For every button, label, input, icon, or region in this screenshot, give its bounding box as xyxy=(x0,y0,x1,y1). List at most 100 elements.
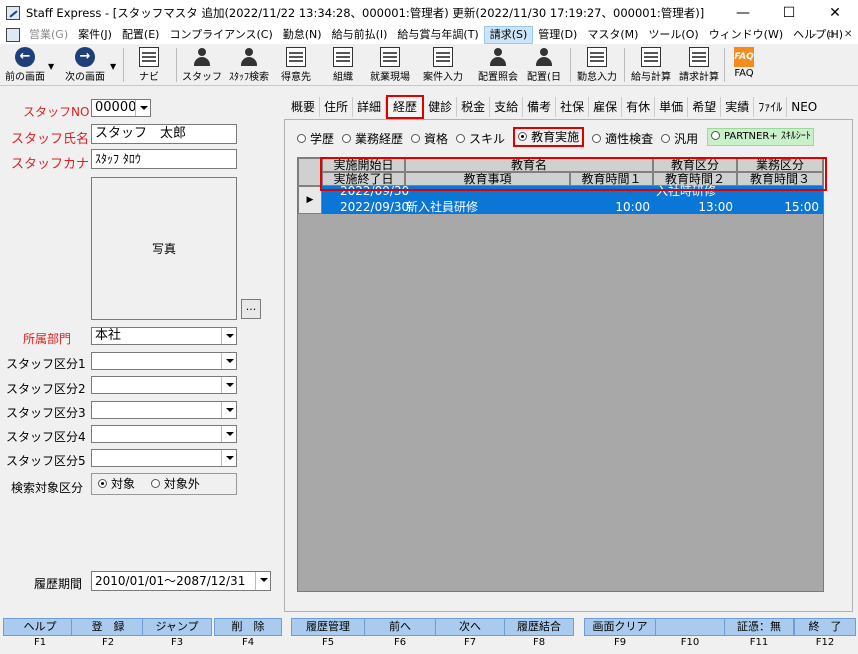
mdi-restore-button[interactable]: ▫ xyxy=(828,26,835,44)
radio-skill[interactable]: スキル xyxy=(456,130,505,146)
f9-clear-button[interactable]: 画面クリア xyxy=(584,618,656,636)
radio-aptitude[interactable]: 適性検査 xyxy=(592,130,653,146)
tab-neo[interactable]: NEO xyxy=(787,97,821,117)
menu-admin[interactable]: 管理(D) xyxy=(533,26,582,44)
tab-results[interactable]: 実績 xyxy=(721,97,755,117)
payroll-calc-button[interactable]: 給与計算 xyxy=(628,46,674,84)
tab-payment[interactable]: 支給 xyxy=(490,97,524,117)
partner-skill-sheet-radio[interactable]: PARTNER+ ｽｷﾙｼｰﾄ xyxy=(707,128,814,146)
client-button[interactable]: 得意先 xyxy=(276,46,316,84)
search-target-off-radio[interactable]: 対象外 xyxy=(150,477,200,491)
prev-screen-button[interactable]: ← 前の画面 xyxy=(2,46,48,84)
menu-job[interactable]: 案件(J) xyxy=(73,26,117,44)
cell-edu-time2[interactable]: 13:00 xyxy=(653,200,733,214)
attendance-entry-button[interactable]: 勤怠入力 xyxy=(574,46,620,84)
close-button[interactable]: ✕ xyxy=(812,0,858,26)
tab-history[interactable]: 経歴 xyxy=(386,95,425,119)
org-button[interactable]: 組織 xyxy=(322,46,364,84)
staff-kana-field[interactable]: ｽﾀｯﾌ ﾀﾛｳ xyxy=(91,149,237,169)
chevron-down-icon[interactable] xyxy=(221,450,236,466)
menu-attendance[interactable]: 勤怠(N) xyxy=(278,26,327,44)
dept-combo[interactable]: 本社 xyxy=(91,327,237,345)
chevron-down-icon[interactable] xyxy=(221,377,236,393)
worksite-button[interactable]: 就業現場 xyxy=(366,46,414,84)
menu-assign[interactable]: 配置(E) xyxy=(117,26,165,44)
f3-jump-button[interactable]: ジャンプ xyxy=(142,618,212,636)
staff-search-button[interactable]: ｽﾀｯﾌ検索 xyxy=(226,46,272,84)
staff-name-field[interactable]: スタッフ 太郎 xyxy=(91,124,237,144)
f8-merge-button[interactable]: 履歴結合 xyxy=(504,618,574,636)
f5-history-button[interactable]: 履歴管理 xyxy=(291,618,365,636)
chevron-down-icon[interactable] xyxy=(221,328,236,344)
staff-kubun3-combo[interactable] xyxy=(91,401,237,419)
f7-next-button[interactable]: 次へ xyxy=(435,618,505,636)
menu-sales[interactable]: 営業(G) xyxy=(24,26,73,44)
f2-register-button[interactable]: 登 録 xyxy=(71,618,145,636)
staff-button[interactable]: スタッフ xyxy=(182,46,222,84)
tab-notes[interactable]: 備考 xyxy=(523,97,557,117)
radio-unchecked-icon xyxy=(456,134,466,143)
tab-wishes[interactable]: 希望 xyxy=(688,97,722,117)
staff-kubun4-combo[interactable] xyxy=(91,425,237,443)
mdi-close-button[interactable]: ✕ xyxy=(844,26,852,44)
radio-general[interactable]: 汎用 xyxy=(661,130,698,146)
menu-help[interactable]: ヘルプ(H) xyxy=(788,26,848,44)
chevron-down-icon[interactable] xyxy=(221,426,236,442)
row-marker[interactable]: ▶ xyxy=(298,186,322,214)
chevron-down-icon[interactable]: ▼ xyxy=(110,62,116,71)
staff-kubun1-combo[interactable] xyxy=(91,352,237,370)
cell-edu-time3[interactable]: 15:00 xyxy=(737,200,819,214)
minimize-button[interactable]: — xyxy=(720,0,766,26)
cell-end-date[interactable]: 2022/09/30 xyxy=(340,200,409,214)
tab-social-insurance[interactable]: 社保 xyxy=(556,97,590,117)
cell-edu-item[interactable]: 新入社員研修 xyxy=(406,200,478,214)
next-screen-button[interactable]: → 次の画面 xyxy=(60,46,110,84)
menu-master[interactable]: マスタ(M) xyxy=(582,26,643,44)
radio-training[interactable]: 教育実施 xyxy=(513,127,585,147)
tab-file[interactable]: ﾌｧｲﾙ xyxy=(754,97,788,117)
tab-address[interactable]: 住所 xyxy=(320,97,354,117)
tab-detail[interactable]: 詳細 xyxy=(353,97,387,117)
photo-browse-button[interactable]: ... xyxy=(241,299,261,319)
f1-help-button[interactable]: ヘルプ xyxy=(3,618,77,636)
tab-tax[interactable]: 税金 xyxy=(457,97,491,117)
tab-paid-leave[interactable]: 有休 xyxy=(622,97,656,117)
tab-health[interactable]: 健診 xyxy=(424,97,458,117)
chevron-down-icon[interactable] xyxy=(221,402,236,418)
cell-edu-time1[interactable]: 10:00 xyxy=(570,200,650,214)
menu-window[interactable]: ウィンドウ(W) xyxy=(704,26,788,44)
chevron-down-icon[interactable]: ▼ xyxy=(48,62,54,71)
f11-voucher-button[interactable]: 証憑：無 xyxy=(724,618,794,636)
menu-compliance[interactable]: コンプライアンス(C) xyxy=(164,26,277,44)
assign-day-button[interactable]: 配置(日 xyxy=(524,46,564,84)
chevron-down-icon[interactable] xyxy=(255,572,270,590)
radio-license[interactable]: 資格 xyxy=(411,130,448,146)
radio-education[interactable]: 学歴 xyxy=(297,130,334,146)
search-target-on-radio[interactable]: 対象 xyxy=(98,477,135,491)
staff-kubun2-combo[interactable] xyxy=(91,376,237,394)
menu-advance-pay[interactable]: 給与前払(I) xyxy=(327,26,393,44)
menu-payroll[interactable]: 給与賞与年調(T) xyxy=(392,26,483,44)
faq-button[interactable]: FAQ FAQ xyxy=(728,46,760,84)
history-period-combo[interactable]: 2010/01/01～2087/12/31 xyxy=(91,571,271,591)
tab-overview[interactable]: 概要 xyxy=(287,97,321,117)
menu-billing[interactable]: 請求(S) xyxy=(483,26,534,44)
job-entry-button[interactable]: 案件入力 xyxy=(420,46,466,84)
f4-delete-button[interactable]: 削 除 xyxy=(214,618,282,636)
f6-prev-button[interactable]: 前へ xyxy=(364,618,436,636)
menu-tools[interactable]: ツール(O) xyxy=(643,26,703,44)
radio-work-history[interactable]: 業務経歴 xyxy=(342,130,403,146)
maximize-button[interactable]: ☐ xyxy=(766,0,812,26)
mdi-minimize-button[interactable]: – xyxy=(812,26,817,44)
navi-button[interactable]: ナビ xyxy=(128,46,170,84)
assign-view-button[interactable]: 配置照会 xyxy=(474,46,522,84)
chevron-down-icon[interactable] xyxy=(221,353,236,369)
f10-button[interactable] xyxy=(655,618,725,636)
billing-calc-button[interactable]: 請求計算 xyxy=(676,46,722,84)
staff-no-combo[interactable]: 000005 xyxy=(91,99,151,117)
tab-employment-insurance[interactable]: 雇保 xyxy=(589,97,623,117)
tab-unit-price[interactable]: 単価 xyxy=(655,97,689,117)
chevron-down-icon[interactable] xyxy=(135,100,150,116)
f12-exit-button[interactable]: 終 了 xyxy=(794,618,856,636)
staff-kubun5-combo[interactable] xyxy=(91,449,237,467)
